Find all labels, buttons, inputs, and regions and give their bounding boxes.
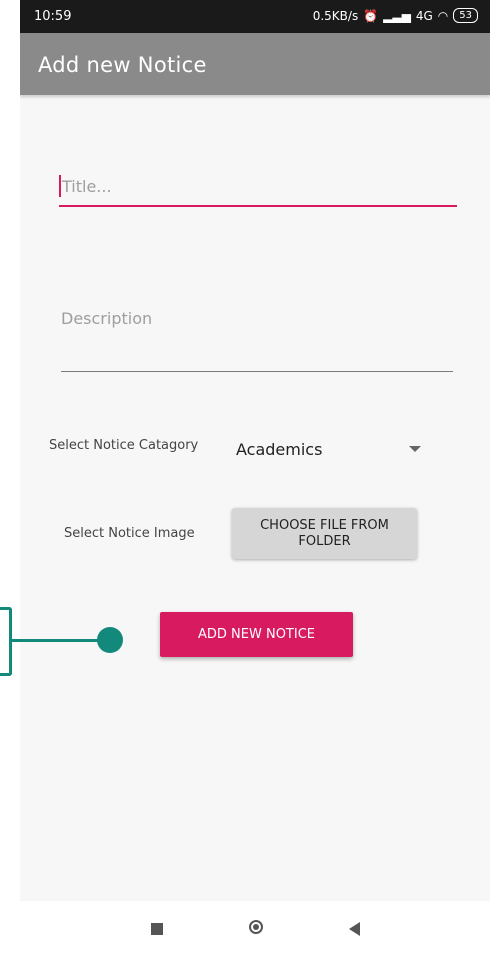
annotation-line (12, 639, 104, 642)
nav-recents-icon[interactable] (151, 923, 163, 935)
status-time: 10:59 (34, 9, 72, 24)
dropdown-arrow-icon (409, 446, 421, 452)
title-underline (59, 205, 457, 207)
annotation-bracket (0, 607, 12, 676)
category-label: Select Notice Catagory (49, 438, 199, 453)
choose-file-button[interactable]: CHOOSE FILE FROM FOLDER (232, 508, 417, 559)
status-icons: 0.5KB/s ⏰ ▂▃▅ 4G ◠ 53 (313, 8, 478, 23)
title-placeholder: Title... (62, 177, 112, 196)
phone-screen: 10:59 0.5KB/s ⏰ ▂▃▅ 4G ◠ 53 Add new Noti… (20, 0, 490, 955)
page-title: Add new Notice (38, 53, 207, 77)
network-speed: 0.5KB/s (312, 8, 359, 23)
status-bar: 10:59 0.5KB/s ⏰ ▂▃▅ 4G ◠ 53 (20, 0, 490, 33)
description-underline (61, 371, 453, 372)
description-placeholder: Description (61, 309, 153, 328)
text-cursor (59, 175, 61, 197)
image-label: Select Notice Image (64, 526, 195, 541)
battery-icon: 53 (453, 8, 478, 23)
category-select[interactable]: Academics (236, 436, 421, 462)
alarm-icon: ⏰ (363, 8, 379, 23)
navigation-bar (20, 901, 490, 955)
signal-icon: ▂▃▅ (383, 8, 411, 23)
app-bar: Add new Notice (20, 33, 490, 95)
network-type: 4G (415, 8, 433, 23)
nav-back-icon[interactable] (349, 922, 360, 936)
nav-home-icon[interactable] (249, 920, 263, 934)
annotation-dot (97, 627, 123, 653)
category-value: Academics (236, 440, 323, 459)
add-notice-button[interactable]: ADD NEW NOTICE (160, 612, 353, 657)
wifi-icon: ◠ (437, 8, 449, 23)
description-input[interactable]: Description (61, 300, 453, 375)
title-input[interactable]: Title... (59, 165, 457, 209)
